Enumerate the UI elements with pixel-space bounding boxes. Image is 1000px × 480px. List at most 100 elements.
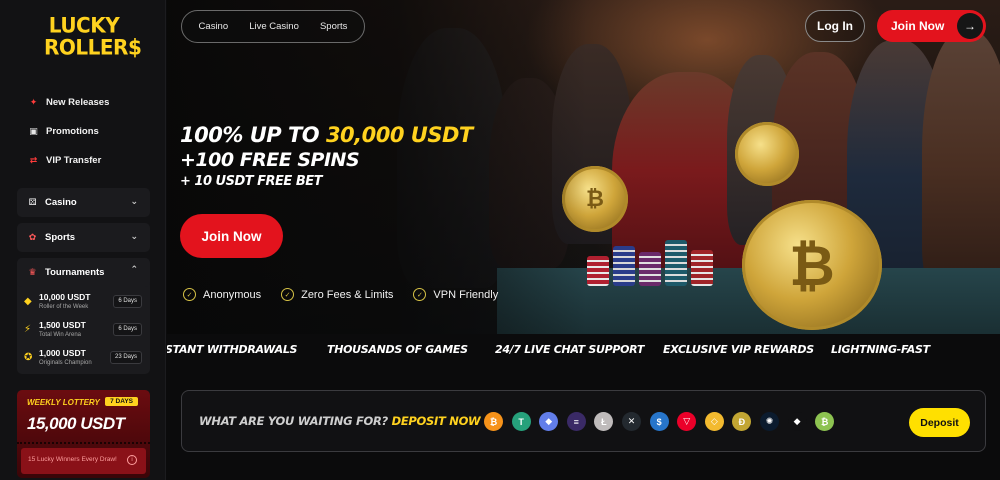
bnb-icon: ◇	[704, 412, 724, 431]
tournament-name: Originals Champion	[39, 360, 92, 366]
promo-line-1-amount: 30,000 USDT	[325, 123, 473, 147]
feature-label: Anonymous	[203, 288, 262, 301]
diamond-icon: ◆	[24, 296, 32, 307]
deposit-prompt: WHAT ARE YOU WAITING FOR? DEPOSIT NOW	[199, 414, 481, 428]
ticker-item: 24/7 LIVE CHAT SUPPORT	[495, 343, 645, 356]
tournament-name: Total Win Arena	[39, 332, 82, 338]
lottery-amount: 15,000 USDT	[27, 414, 125, 433]
feature-item: ✓ Zero Fees & Limits	[281, 288, 393, 301]
sidebar-group-tournaments[interactable]: ♛ Tournaments ⌃	[17, 258, 150, 287]
feature-label: Zero Fees & Limits	[301, 288, 394, 301]
logo[interactable]: LUCKY ROLLER$	[44, 12, 142, 60]
chip-stack	[587, 232, 747, 288]
lottery-footer: 15 Lucky Winners Every Draw! i	[21, 448, 146, 474]
tether-icon: T	[511, 412, 531, 431]
sparkle-icon: ✦	[29, 97, 38, 107]
gift-icon: ▣	[29, 126, 38, 136]
tron-icon: ▽	[677, 412, 697, 431]
sidebar-item-label: VIP Transfer	[46, 155, 102, 166]
dice-icon: ⚄	[28, 197, 37, 207]
sidebar-group-label: Casino	[45, 197, 77, 208]
xrp-icon: ✕	[622, 412, 641, 431]
deposit-highlight: DEPOSIT NOW	[391, 414, 481, 428]
deposit-bar: WHAT ARE YOU WAITING FOR? DEPOSIT NOW ₿ T…	[181, 390, 986, 452]
tournament-amount: 1,500 USDT	[39, 320, 86, 330]
medal-icon: ✪	[24, 352, 33, 363]
sidebar-group-sports[interactable]: ✿ Sports ⌄	[17, 223, 150, 252]
lightning-icon: ⚡	[24, 324, 32, 335]
gold-coin-image	[735, 122, 799, 186]
tournament-days-badge: 6 Days	[113, 323, 142, 336]
hero-banner: ₿ ₿ Casino Live Casino Sports Log In Joi…	[167, 0, 1000, 334]
feature-label: VPN Friendly	[433, 288, 499, 301]
arrow-right-icon: →	[957, 13, 983, 39]
chevron-down-icon[interactable]: ⌄	[130, 231, 138, 242]
promo-line-3: + 10 USDT FREE BET	[180, 174, 322, 189]
bitcoin-icon: ₿	[484, 412, 503, 431]
feature-item: ✓ VPN Friendly	[413, 288, 498, 301]
join-now-header-button[interactable]: Join Now →	[877, 10, 986, 42]
feature-ticker: STANT WITHDRAWALS THOUSANDS OF GAMES 24/…	[167, 334, 1000, 366]
sidebar-item-label: Promotions	[46, 126, 99, 137]
tournament-amount: 10,000 USDT	[39, 292, 91, 302]
diamond-icon: ◆	[787, 412, 807, 431]
logo-line-2: ROLLER$	[44, 34, 142, 60]
tournament-item[interactable]: ⚡ 1,500 USDT Total Win Arena 6 Days	[22, 320, 146, 344]
sidebar-item-label: New Releases	[46, 97, 110, 108]
page: LUCKY ROLLER$ ✦ New Releases ▣ Promotion…	[0, 0, 1000, 480]
feature-item: ✓ Anonymous	[183, 288, 261, 301]
promo-headline: 100% UP TO 30,000 USDT +100 FREE SPINS +…	[180, 122, 473, 192]
bitcoin-cash-icon: ₿	[815, 412, 835, 431]
usdc-icon: $	[649, 412, 669, 431]
promo-line-2: +100 FREE SPINS	[180, 149, 360, 171]
lottery-title: WEEKLY LOTTERY	[27, 398, 100, 407]
tournament-days-badge: 6 Days	[113, 295, 142, 308]
ball-icon: ✿	[28, 232, 37, 242]
login-button[interactable]: Log In	[805, 10, 865, 42]
ticker-item: STANT WITHDRAWALS	[167, 343, 298, 356]
sidebar-item-promotions[interactable]: ▣ Promotions	[28, 117, 109, 146]
ticker-item: LIGHTNING-FAST	[831, 343, 930, 356]
sidebar-group-label: Sports	[45, 232, 76, 243]
bitcoin-coin-image: ₿	[742, 200, 882, 330]
ticker-item: EXCLUSIVE VIP REWARDS	[663, 343, 814, 356]
ticker-item: THOUSANDS OF GAMES	[327, 343, 468, 356]
logo-line-1: LUCKY	[48, 12, 120, 38]
hero-person-image	[922, 30, 1000, 300]
sidebar-group-label: Tournaments	[45, 267, 105, 278]
solana-icon: ≡	[566, 412, 586, 431]
tournament-days-badge: 23 Days	[109, 351, 142, 364]
chevron-up-icon[interactable]: ⌃	[130, 264, 138, 275]
dogecoin-icon: Ð	[732, 412, 752, 431]
litecoin-icon: Ł	[594, 412, 614, 431]
weekly-lottery-card[interactable]: WEEKLY LOTTERY 7 DAYS 15,000 USDT 15 Luc…	[17, 390, 150, 478]
tournament-item[interactable]: ◆ 10,000 USDT Roller of the Week 6 Days	[22, 292, 146, 316]
feature-list: ✓ Anonymous ✓ Zero Fees & Limits ✓ VPN F…	[183, 288, 518, 301]
deposit-button[interactable]: Deposit	[909, 408, 970, 437]
join-now-label: Join Now	[891, 19, 945, 33]
ethereum-icon: ◆	[539, 412, 559, 431]
promo-line-1-a: 100% UP TO	[180, 123, 326, 147]
transfer-icon: ⇄	[29, 155, 38, 165]
lottery-days-badge: 7 DAYS	[105, 397, 138, 406]
nav-link-casino[interactable]: Casino	[199, 21, 229, 32]
chevron-down-icon[interactable]: ⌄	[130, 196, 138, 207]
top-nav: Casino Live Casino Sports	[181, 10, 365, 43]
sidebar-top-nav: ✦ New Releases ▣ Promotions ⇄ VIP Transf…	[28, 88, 109, 175]
check-circle-icon: ✓	[281, 288, 295, 301]
tournament-item[interactable]: ✪ 1,000 USDT Originals Champion 23 Days	[22, 348, 146, 372]
nav-link-live-casino[interactable]: Live Casino	[249, 21, 299, 32]
sidebar: LUCKY ROLLER$ ✦ New Releases ▣ Promotion…	[0, 0, 166, 480]
join-now-hero-button[interactable]: Join Now	[180, 214, 283, 258]
deposit-question: WHAT ARE YOU WAITING FOR?	[199, 414, 392, 428]
nav-link-sports[interactable]: Sports	[320, 21, 347, 32]
tournament-amount: 1,000 USDT	[39, 348, 86, 358]
sidebar-item-vip-transfer[interactable]: ⇄ VIP Transfer	[28, 146, 109, 175]
tournaments-panel: ♛ Tournaments ⌃ ◆ 10,000 USDT Roller of …	[17, 258, 150, 374]
sidebar-group-casino[interactable]: ⚄ Casino ⌄	[17, 188, 150, 217]
sidebar-item-new-releases[interactable]: ✦ New Releases	[28, 88, 110, 117]
check-circle-icon: ✓	[183, 288, 196, 301]
cardano-icon: ✺	[760, 412, 779, 431]
info-icon[interactable]: i	[127, 455, 137, 465]
trophy-icon: ♛	[28, 267, 37, 277]
